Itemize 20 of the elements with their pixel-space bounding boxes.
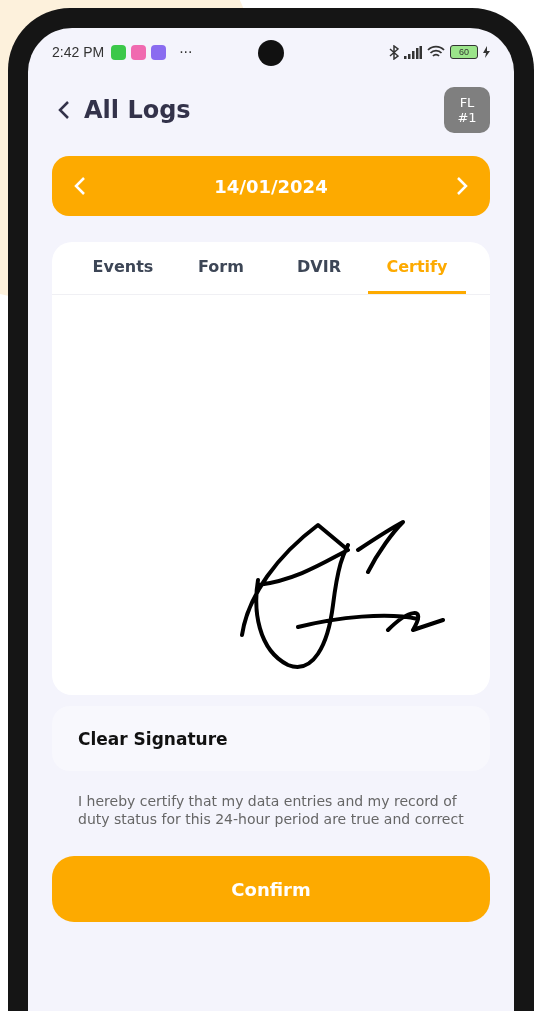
vehicle-badge[interactable]: FL #1 — [444, 87, 490, 133]
more-notifications: ··· — [179, 44, 193, 60]
clear-signature-button[interactable]: Clear Signature — [52, 706, 490, 771]
battery-icon: 60 — [450, 45, 478, 59]
next-day-icon[interactable] — [456, 176, 468, 196]
back-icon — [58, 100, 70, 120]
bluetooth-icon — [389, 44, 399, 60]
page-title: All Logs — [84, 96, 191, 124]
signal-icon — [404, 45, 422, 59]
status-time: 2:42 PM — [52, 44, 105, 60]
wifi-icon — [427, 45, 445, 59]
charging-icon — [483, 46, 490, 58]
certification-text: I hereby certify that my data entries and my record of duty status for this 24-hour period are true and correct — [78, 792, 464, 828]
previous-day-icon[interactable] — [74, 176, 86, 196]
date-label: 14/01/2024 — [214, 175, 328, 197]
tab[interactable]: Form — [172, 242, 270, 294]
tab[interactable]: DVIR — [270, 242, 368, 294]
tab[interactable]: Events — [74, 242, 172, 294]
camera-icon — [258, 40, 284, 66]
back-button[interactable] — [58, 100, 70, 120]
